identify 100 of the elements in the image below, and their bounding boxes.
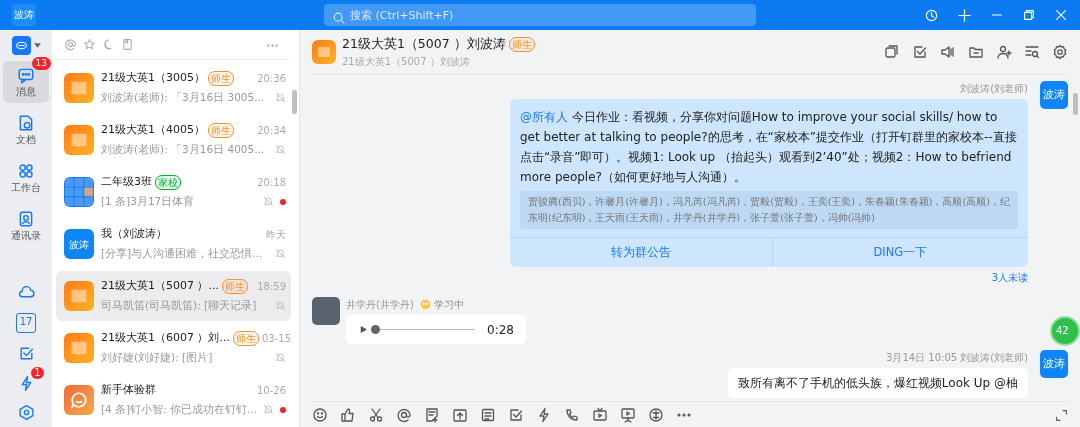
star-icon[interactable] [83,38,96,51]
user-avatar: 波涛 [64,229,94,259]
org-logo[interactable] [11,36,31,55]
message-preview: 司马凯笛(司马凯笛): [聊天记录] [101,297,257,313]
emoji-icon[interactable] [312,406,328,423]
folder-icon[interactable] [968,44,984,60]
add-member-icon[interactable] [996,44,1012,60]
scrollbar-thumb[interactable] [292,90,297,114]
conversation-item[interactable]: 二年级3班 家校 20:18 [1 条]3月17日体育 [56,167,291,217]
restore-icon[interactable] [1022,8,1036,22]
message-time: 3月14日 10:05 [886,351,958,365]
task-icon[interactable] [508,406,524,423]
tag-label: 师生 [222,279,248,295]
user-status: 学习中 [419,297,464,312]
thumbs-up-icon[interactable] [340,406,356,423]
emoji-icon [419,299,431,310]
muted-bell-icon [263,404,274,416]
note-icon[interactable] [424,406,440,423]
message-preview: [1 条]3月17日体育 [101,193,195,209]
upload-icon[interactable] [452,406,468,423]
unread-count: 13 [31,57,51,70]
sender-name: 井学丹(井学丹) [346,298,414,312]
live-icon[interactable] [592,406,608,423]
group-avatar [64,385,94,415]
nav-tab[interactable]: 通讯录 [3,205,49,247]
phone-icon[interactable] [564,406,580,423]
conversation-item[interactable]: 新手体验群 10-26 [4 条]钉小智: 你已成功在钉钉... [56,375,291,425]
presentation-icon[interactable] [620,406,636,423]
scrollbar-thumb[interactable] [1073,93,1078,115]
message-text: 致所有离不了手机的低头族，爆红视频Look Up @柚 [727,368,1028,398]
tag-label: 家校 [155,175,181,191]
contacts-icon [17,209,35,228]
speaker-icon[interactable] [940,44,956,60]
settings-icon[interactable] [1052,44,1068,60]
chat-title: 21级大英1（5007 ）刘波涛 [342,35,506,54]
conversation-title: 21级大英1（5007 ）... [101,278,219,295]
checklist-icon[interactable] [17,345,35,362]
conversation-time: 昨天 [266,228,286,243]
group-avatar [64,333,94,363]
read-receipts: 贾骏腾(西贝)，许馨月(许馨月)，冯凡芮(冯凡芮)，贾毅(贾毅)，王奕(王奕)，朱春颖(朱春颖)，高顺(高顺)，纪东明(纪东明)，王天雨(王天雨)，井学丹(井学丹)，张子萱(张子萱)，冯帅(冯帅) [520,191,1018,229]
chat-subtitle: 21级大英1（5007 ）刘波涛 [342,54,471,69]
conversation-title: 21级大英1（6007 ）刘... [101,330,230,347]
tag-label: 师生 [508,37,535,52]
user-avatar[interactable]: 波涛 [1040,350,1068,378]
tag-label: 师生 [208,71,234,87]
close-icon[interactable] [1054,8,1068,22]
conversation-time: 20:18 [257,176,286,191]
message-text: @所有人 今日作业：看视频，分享你对问题How to improve your social skills/ how to get better at talking to people?的思考，在“家校本”提交作业（打开钉群里的家校本--直接点击“录音”即可）。视频1: Look up （抬起头）观看到2’40”处；视频2：How to befriend more people?（如何更好地与人沟通）。 [519,109,1018,186]
group-avatar [64,73,94,103]
user-avatar[interactable]: 波涛 [1040,81,1068,109]
conversation-time: 20:34 [257,124,286,139]
search-icon [332,10,346,25]
add-icon[interactable] [957,7,972,23]
tag-label: 师生 [208,123,234,139]
group-avatar [64,177,94,207]
expand-icon[interactable] [1055,408,1068,422]
conversation-item[interactable]: 21级大英1（5007 ）... 师生 18:59 司马凯笛(司马凯笛): [聊天记录] [56,271,291,321]
caret-icon[interactable] [33,43,41,48]
muted-bell-icon [275,92,286,104]
conversation-time: 18:59 [257,280,286,295]
mention-icon[interactable] [396,406,412,423]
tag-label: 师生 [233,331,259,347]
conversation-title: 21级大英1（3005） [101,70,205,87]
muted-bell-icon [275,144,286,156]
nav-tab[interactable]: 工作台 [3,157,49,199]
group-avatar [64,125,94,155]
muted-bell-icon [275,352,286,364]
sender-name: 刘波涛(刘老师) [960,82,1028,96]
conversation-item[interactable]: 21级大英1（3005） 师生 20:36 刘波涛(老师): 「3月16日 3005... [56,63,291,113]
list-icon[interactable] [480,406,496,423]
conversation-title: 21级大英1（4005） [101,122,205,139]
unread-count[interactable]: 3人未读 [991,270,1028,285]
notification-count: 1 [31,367,44,379]
message-preview: [4 条]钉小智: 你已成功在钉钉... [101,401,258,417]
play-icon[interactable] [358,324,369,335]
muted-bell-icon [263,196,274,208]
history-icon[interactable] [924,7,939,23]
progress-thumb[interactable] [371,325,380,334]
task-icon[interactable] [912,44,928,60]
nav-tab[interactable]: 文档 [3,109,49,151]
voice-duration: 0:28 [487,321,514,339]
conversation-time: 20:36 [257,72,286,87]
conversation-title: 二年级3班 [101,174,152,191]
user-photo-placeholder[interactable] [312,297,340,325]
group-avatar [64,281,94,311]
muted-bell-icon [275,248,286,260]
message-preview: 刘波涛(老师): 「3月16日 3005... [101,89,265,105]
group-avatar [312,40,336,64]
voice-message[interactable]: 0:28 [346,315,526,344]
message-preview: 刘波涛(老师): 「3月16日 4005... [101,141,265,157]
conversation-item[interactable]: 波涛 我（刘波涛） 昨天 [分享]与人沟通困难，社交恐惧... [56,219,291,269]
message-preview: [分享]与人沟通困难，社交恐惧... [101,245,263,261]
hexagon-icon[interactable] [17,404,35,421]
conversation-title: 我（刘波涛） [101,226,167,243]
conversation-item[interactable]: 21级大英1（6007 ）刘... 师生 03-15 刘好婕(刘好婕): [图片] [56,323,291,373]
conversation-time: 10-26 [256,384,286,399]
search-history-icon[interactable] [1024,44,1040,60]
conversation-title: 新手体验群 [101,382,156,399]
scissors-icon[interactable] [368,406,384,423]
conversation-item[interactable]: 21级大英1（4005） 师生 20:34 刘波涛(老师): 「3月16日 4005... [56,115,291,165]
